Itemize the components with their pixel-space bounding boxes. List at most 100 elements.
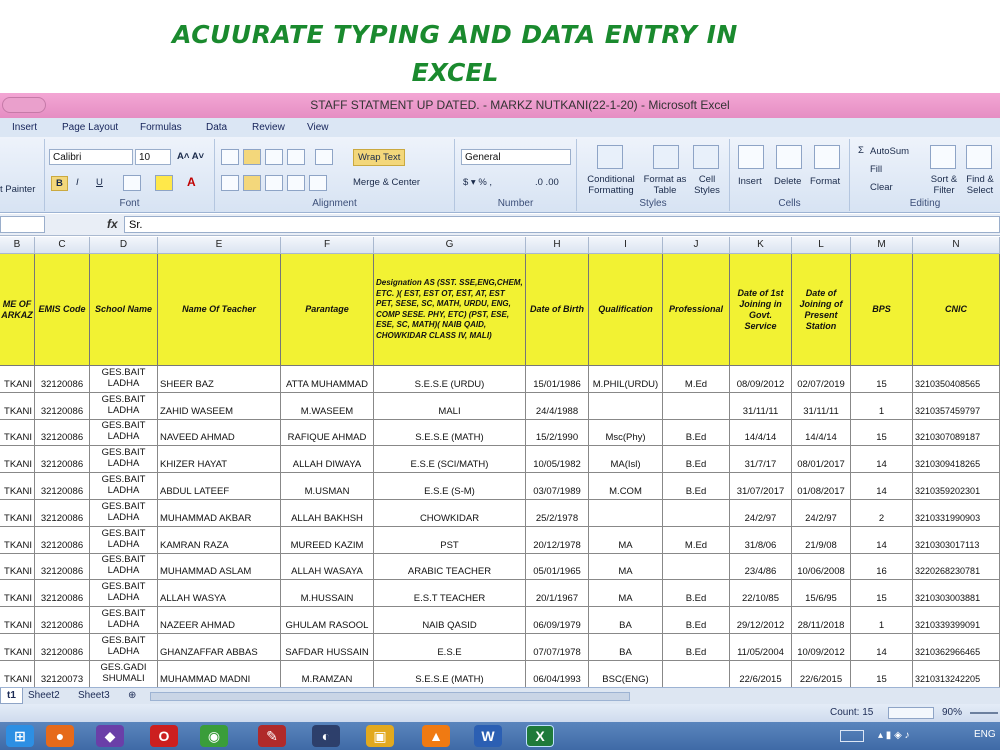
cell-school[interactable]: GES.BAIT LADHA	[90, 446, 158, 474]
word-icon[interactable]: W	[474, 725, 502, 747]
header-cell-dob[interactable]: Date of Birth	[526, 254, 589, 366]
header-cell-cnic[interactable]: CNIC	[913, 254, 1000, 366]
name-box[interactable]	[0, 216, 45, 233]
increase-indent-icon[interactable]	[309, 175, 327, 191]
tab-data[interactable]: Data	[206, 122, 227, 133]
insert-sheet-icon[interactable]: ⊕	[122, 688, 142, 704]
cell-first-joining[interactable]: 14/4/14	[730, 419, 792, 447]
header-cell-designation[interactable]: Designation AS (SST. SSE,ENG,CHEM, ETC. …	[374, 254, 526, 366]
view-buttons[interactable]	[888, 707, 934, 719]
cell-parentage[interactable]: RAFIQUE AHMAD	[281, 419, 374, 447]
cell-markaz[interactable]: TKANI	[0, 660, 35, 688]
conditional-formatting-button[interactable]: Conditional Formatting	[583, 174, 639, 196]
cell-markaz[interactable]: TKANI	[0, 500, 35, 527]
cell-qualification[interactable]: MA	[589, 580, 663, 608]
cell-dob[interactable]: 15/01/1986	[526, 366, 589, 393]
cell-teacher[interactable]: KHIZER HAYAT	[158, 446, 281, 474]
cell-designation[interactable]: S.E.S.E (MATH)	[374, 660, 526, 688]
header-cell-qualification[interactable]: Qualification	[589, 254, 663, 366]
column-header-teacher[interactable]: E	[158, 237, 281, 254]
format-painter-button[interactable]: t Painter	[0, 184, 35, 195]
cell-professional[interactable]: B.Ed	[663, 473, 730, 500]
language-indicator[interactable]: ENG	[974, 729, 996, 740]
cell-teacher[interactable]: MUHAMMAD AKBAR	[158, 500, 281, 527]
cell-cnic[interactable]: 3210307089187	[913, 419, 1000, 447]
column-header-emis[interactable]: C	[35, 237, 90, 254]
visual-studio-icon[interactable]: ◆	[96, 725, 124, 747]
cell-qualification[interactable]: MA(Isl)	[589, 446, 663, 474]
currency-icon[interactable]: $ ▾ % ,	[463, 177, 492, 188]
cell-dob[interactable]: 15/2/1990	[526, 419, 589, 447]
cell-emis[interactable]: 32120086	[35, 580, 90, 608]
cell-first-joining[interactable]: 31/07/2017	[730, 473, 792, 500]
excel-icon[interactable]: X	[526, 725, 554, 747]
cell-bps[interactable]: 14	[851, 473, 913, 500]
cell-bps[interactable]: 15	[851, 366, 913, 393]
cell-emis[interactable]: 32120086	[35, 473, 90, 500]
format-table-icon[interactable]	[653, 145, 679, 169]
column-header-designation[interactable]: G	[374, 237, 526, 254]
cell-present-joining[interactable]: 31/11/11	[792, 392, 851, 420]
cell-designation[interactable]: MALI	[374, 392, 526, 420]
fx-icon[interactable]: fx	[107, 217, 118, 231]
cell-parentage[interactable]: M.RAMZAN	[281, 660, 374, 688]
cell-designation[interactable]: E.S.E (S-M)	[374, 473, 526, 500]
cell-bps[interactable]: 1	[851, 392, 913, 420]
cell-dob[interactable]: 24/4/1988	[526, 392, 589, 420]
cell-cnic[interactable]: 3210359202301	[913, 473, 1000, 500]
bold-button[interactable]: B	[51, 176, 68, 191]
cell-school[interactable]: GES.BAIT LADHA	[90, 500, 158, 527]
fill-color-icon[interactable]	[155, 175, 173, 191]
align-right-icon[interactable]	[265, 175, 283, 191]
cell-present-joining[interactable]: 14/4/14	[792, 419, 851, 447]
insert-button[interactable]: Insert	[738, 176, 762, 187]
cell-present-joining[interactable]: 21/9/08	[792, 526, 851, 554]
sort-filter-icon[interactable]	[930, 145, 956, 169]
chrome-icon[interactable]: ◉	[200, 725, 228, 747]
cell-first-joining[interactable]: 29/12/2012	[730, 607, 792, 634]
align-left-icon[interactable]	[221, 175, 239, 191]
cell-dob[interactable]: 25/2/1978	[526, 500, 589, 527]
font-name-select[interactable]: Calibri	[49, 149, 133, 165]
format-as-table-button[interactable]: Format as Table	[641, 174, 689, 196]
cell-styles-button[interactable]: Cell Styles	[689, 174, 725, 196]
zoom-slider[interactable]	[970, 712, 998, 714]
header-cell-emis[interactable]: EMIS Code	[35, 254, 90, 366]
cell-bps[interactable]: 14	[851, 526, 913, 554]
cell-dob[interactable]: 07/07/1978	[526, 634, 589, 661]
cell-markaz[interactable]: TKANI	[0, 392, 35, 420]
tab-page-layout[interactable]: Page Layout	[62, 122, 118, 133]
cell-designation[interactable]: E.S.E (SCI/MATH)	[374, 446, 526, 474]
cell-parentage[interactable]: M.USMAN	[281, 473, 374, 500]
cell-teacher[interactable]: KAMRAN RAZA	[158, 526, 281, 554]
cell-emis[interactable]: 32120086	[35, 607, 90, 634]
sheet-tab-3[interactable]: Sheet3	[72, 688, 116, 704]
cell-designation[interactable]: E.S.T TEACHER	[374, 580, 526, 608]
wrap-text-button[interactable]: Wrap Text	[353, 149, 406, 166]
cell-emis[interactable]: 32120086	[35, 526, 90, 554]
cell-dob[interactable]: 10/05/1982	[526, 446, 589, 474]
cell-present-joining[interactable]: 28/11/2018	[792, 607, 851, 634]
cell-school[interactable]: GES.BAIT LADHA	[90, 526, 158, 554]
cell-qualification[interactable]: Msc(Phy)	[589, 419, 663, 447]
font-color-icon[interactable]: A	[187, 175, 196, 189]
cell-first-joining[interactable]: 22/6/2015	[730, 660, 792, 688]
cell-first-joining[interactable]: 24/2/97	[730, 500, 792, 527]
header-cell-school[interactable]: School Name	[90, 254, 158, 366]
tray-icons[interactable]: ▴ ▮ ◈ ♪	[878, 730, 910, 741]
cell-parentage[interactable]: M.WASEEM	[281, 392, 374, 420]
column-header-parentage[interactable]: F	[281, 237, 374, 254]
find-select-icon[interactable]	[966, 145, 992, 169]
column-header-dob[interactable]: H	[526, 237, 589, 254]
cell-markaz[interactable]: TKANI	[0, 634, 35, 661]
cell-professional[interactable]: M.Ed	[663, 366, 730, 393]
align-center-icon[interactable]	[243, 175, 261, 191]
cell-school[interactable]: GES.BAIT LADHA	[90, 553, 158, 581]
column-header-qualification[interactable]: I	[589, 237, 663, 254]
number-format-select[interactable]: General	[461, 149, 571, 165]
cell-bps[interactable]: 2	[851, 500, 913, 527]
formula-input[interactable]: Sr.	[124, 216, 1000, 233]
cell-designation[interactable]: NAIB QASID	[374, 607, 526, 634]
grow-font-icon[interactable]: A˄ A˅	[177, 151, 204, 162]
cell-present-joining[interactable]: 24/2/97	[792, 500, 851, 527]
